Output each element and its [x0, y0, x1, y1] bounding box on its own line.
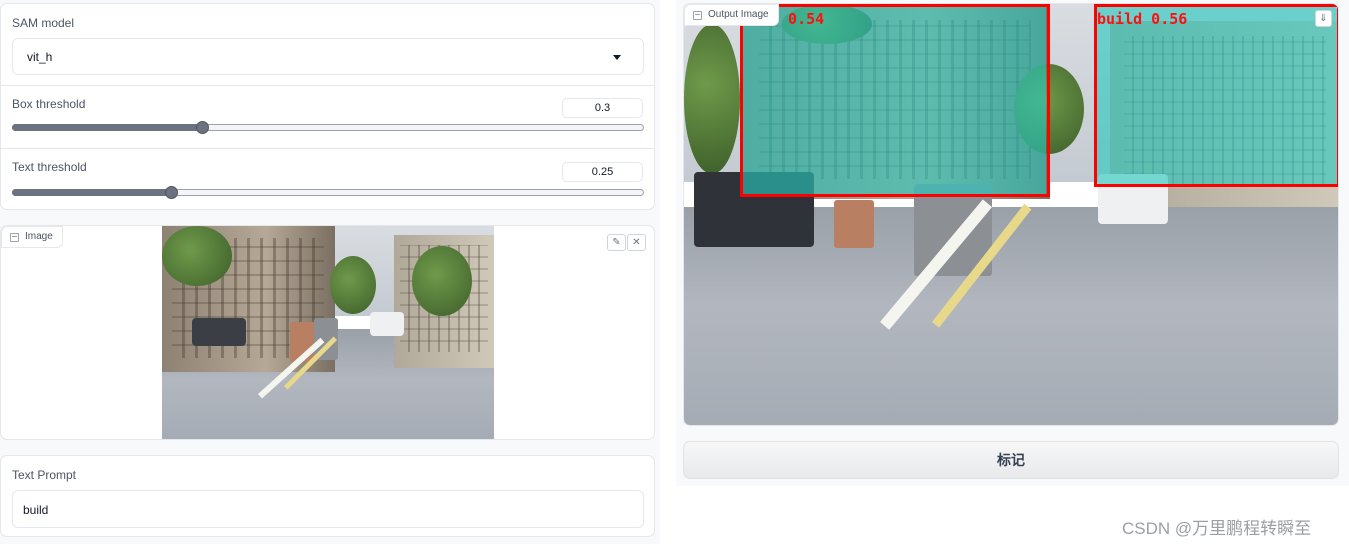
input-image-tag: Image [1, 226, 63, 248]
model-value: vit_h [27, 50, 53, 64]
text-threshold-label: Text threshold [12, 160, 87, 174]
image-icon [693, 10, 702, 20]
output-image-tag: Output Image [684, 4, 779, 26]
text-prompt-panel: Text Prompt build [0, 455, 655, 537]
download-icon[interactable]: ⇓ [1315, 10, 1332, 27]
box-threshold-handle[interactable] [196, 121, 209, 134]
image-icon [10, 232, 19, 242]
mark-button[interactable]: 标记 [683, 441, 1339, 479]
box-threshold-label: Box threshold [12, 97, 86, 111]
input-image [162, 226, 494, 439]
text-threshold-slider[interactable] [12, 186, 644, 199]
detection-box-2 [1094, 4, 1338, 187]
edit-icon[interactable]: ✎ [607, 234, 626, 251]
text-threshold-number[interactable]: 0.25 [562, 162, 643, 182]
text-threshold-row: Text threshold 0.25 [1, 148, 654, 210]
model-row: SAM model vit_h [1, 4, 654, 85]
watermark: CSDN @万里鹏程转瞬至 [1122, 519, 1312, 538]
output-image: d 0.54 build 0.56 [684, 4, 1338, 425]
output-image-label: Output Image [708, 9, 769, 20]
settings-panel: SAM model vit_h Box threshold 0.3 Text t… [0, 3, 655, 210]
box-threshold-row: Box threshold 0.3 [1, 85, 654, 148]
output-image-panel: d 0.54 build 0.56 Output Image ⇓ [683, 3, 1339, 426]
detection-box-1 [740, 4, 1050, 197]
text-threshold-handle[interactable] [164, 186, 178, 199]
box-threshold-slider[interactable] [12, 121, 644, 134]
box-threshold-number[interactable]: 0.3 [562, 98, 643, 118]
left-column: SAM model vit_h Box threshold 0.3 Text t… [0, 0, 660, 544]
text-prompt-input[interactable]: build [12, 490, 644, 528]
text-prompt-label: Text Prompt [12, 468, 77, 482]
input-image-panel[interactable]: Image ✎ ✕ [0, 225, 655, 440]
box-threshold-fill [12, 124, 201, 131]
chevron-down-icon [613, 55, 621, 60]
text-prompt-value: build [23, 503, 49, 517]
page: SAM model vit_h Box threshold 0.3 Text t… [0, 0, 1349, 544]
detection-label-2: build 0.56 [1097, 10, 1188, 28]
input-image-label: Image [25, 231, 53, 242]
clear-icon[interactable]: ✕ [627, 234, 646, 251]
text-threshold-fill [12, 189, 170, 196]
model-label: SAM model [12, 16, 75, 30]
model-dropdown[interactable]: vit_h [12, 38, 644, 75]
